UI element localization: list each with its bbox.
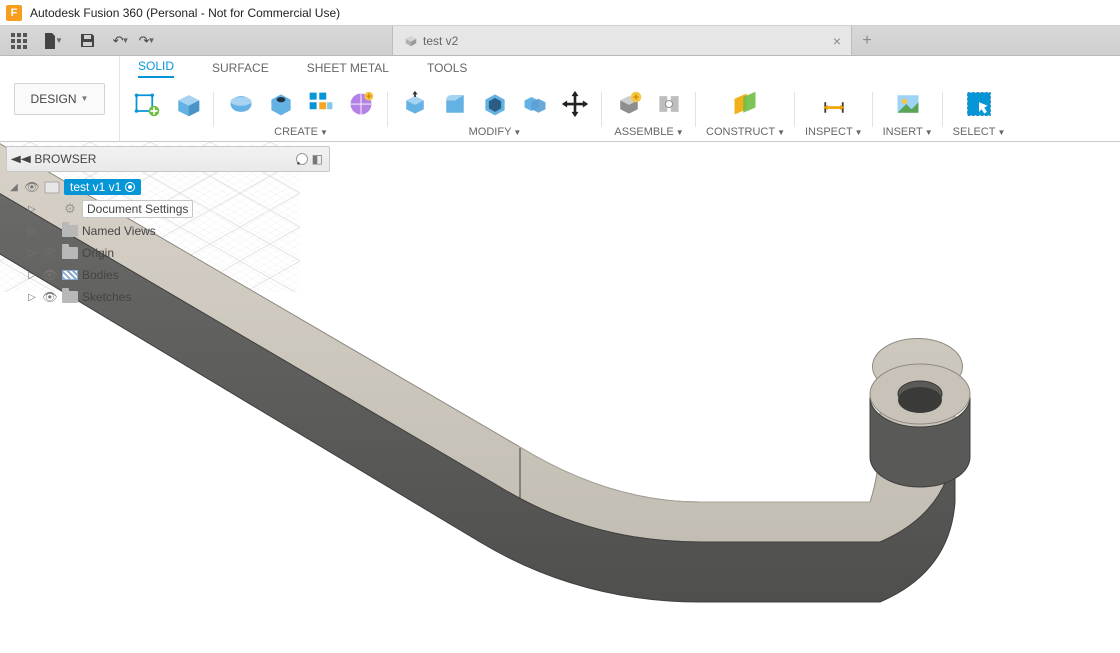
- browser-title: BROWSER: [34, 152, 96, 166]
- group-label-create: CREATE▼: [274, 126, 328, 138]
- group-label-assemble: ASSEMBLE▼: [614, 126, 683, 138]
- tree-item-label: Origin: [82, 246, 114, 260]
- tab-solid[interactable]: SOLID: [138, 59, 174, 78]
- browser-tree: ◢ 👁 test v1 v1 ▷ ⚙ Document Settings ▷ N…: [6, 176, 330, 308]
- document-tab[interactable]: test v2 ×: [392, 26, 852, 55]
- cube-icon: [405, 35, 417, 47]
- tree-item-origin[interactable]: ▷ 👁 Origin: [6, 242, 330, 264]
- twisty-icon[interactable]: ▷: [26, 270, 38, 281]
- select-button[interactable]: [962, 87, 996, 121]
- redo-button[interactable]: ↷▼: [136, 30, 158, 52]
- tab-surface[interactable]: SURFACE: [212, 61, 269, 78]
- tree-item-named-views[interactable]: ▷ Named Views: [6, 220, 330, 242]
- group-label-inspect: INSPECT▼: [805, 126, 863, 138]
- pin-icon[interactable]: ◧: [312, 152, 323, 166]
- construct-plane-button[interactable]: [728, 87, 762, 121]
- tree-item-document-settings[interactable]: ▷ ⚙ Document Settings: [6, 198, 330, 220]
- browser-header[interactable]: ◀◀ BROWSER ◧: [6, 146, 330, 172]
- extrude-button[interactable]: [170, 87, 204, 121]
- tree-item-label: Sketches: [82, 290, 131, 304]
- visibility-icon[interactable]: 👁: [42, 290, 58, 304]
- measure-button[interactable]: [817, 87, 851, 121]
- tree-item-sketches[interactable]: ▷ 👁 Sketches: [6, 286, 330, 308]
- visibility-icon[interactable]: 👁: [24, 180, 40, 194]
- visibility-icon[interactable]: 👁: [42, 268, 58, 282]
- twisty-icon[interactable]: ◢: [8, 182, 20, 193]
- group-label-construct: CONSTRUCT▼: [706, 126, 785, 138]
- twisty-icon[interactable]: ▷: [26, 204, 38, 215]
- save-button[interactable]: [76, 30, 98, 52]
- app-icon: F: [6, 5, 22, 21]
- tree-item-bodies[interactable]: ▷ 👁 Bodies: [6, 264, 330, 286]
- ribbon-tabs: SOLID SURFACE SHEET METAL TOOLS: [120, 56, 1120, 78]
- new-component-button[interactable]: [612, 87, 646, 121]
- combine-button[interactable]: [518, 87, 552, 121]
- twisty-icon[interactable]: ▷: [26, 226, 38, 237]
- quick-access-toolbar: ▼ ↶▼ ↷▼ test v2 × +: [0, 26, 1120, 56]
- tree-item-label: Document Settings: [87, 202, 188, 216]
- folder-icon: [62, 224, 78, 238]
- hole-button[interactable]: [264, 87, 298, 121]
- window-title: Autodesk Fusion 360 (Personal - Not for …: [30, 6, 340, 20]
- bodies-icon: [62, 268, 78, 282]
- document-tab-label: test v2: [423, 34, 458, 48]
- fillet-button[interactable]: [438, 87, 472, 121]
- visibility-icon[interactable]: 👁: [42, 246, 58, 260]
- tree-root[interactable]: ◢ 👁 test v1 v1: [6, 176, 330, 198]
- active-indicator-icon: [125, 182, 135, 192]
- data-panel-button[interactable]: [8, 30, 30, 52]
- tree-item-label: Named Views: [82, 224, 156, 238]
- folder-icon: [62, 246, 78, 260]
- panel-options-icon[interactable]: [296, 153, 308, 165]
- caret-down-icon: ▼: [81, 94, 89, 103]
- group-label-select: SELECT▼: [953, 126, 1006, 138]
- twisty-icon[interactable]: ▷: [26, 292, 38, 303]
- press-pull-button[interactable]: [398, 87, 432, 121]
- collapse-icon[interactable]: ◀◀: [11, 154, 31, 165]
- browser-panel: ◀◀ BROWSER ◧ ◢ 👁 test v1 v1 ▷ ⚙ Document…: [6, 146, 330, 308]
- tab-tools[interactable]: TOOLS: [427, 61, 467, 78]
- ribbon: DESIGN ▼ SOLID SURFACE SHEET METAL TOOLS: [0, 56, 1120, 142]
- create-sketch-button[interactable]: [130, 87, 164, 121]
- group-label-insert: INSERT▼: [883, 126, 933, 138]
- ribbon-toolbar: . CREATE▼: [120, 78, 1120, 141]
- document-tab-strip: test v2 × +: [162, 26, 1112, 55]
- gear-icon: ⚙: [62, 202, 78, 216]
- tab-sheet-metal[interactable]: SHEET METAL: [307, 61, 389, 78]
- new-document-button[interactable]: +: [852, 26, 882, 55]
- folder-icon: [62, 290, 78, 304]
- component-icon: [44, 180, 60, 194]
- move-button[interactable]: [558, 87, 592, 121]
- tree-root-label: test v1 v1: [64, 179, 141, 195]
- close-icon[interactable]: ×: [833, 33, 841, 49]
- window-titlebar: F Autodesk Fusion 360 (Personal - Not fo…: [0, 0, 1120, 26]
- shell-button[interactable]: [478, 87, 512, 121]
- workspace-switcher-button[interactable]: DESIGN ▼: [14, 83, 106, 115]
- file-menu-button[interactable]: ▼: [42, 30, 64, 52]
- create-form-button[interactable]: [344, 87, 378, 121]
- workspace-switcher-label: DESIGN: [31, 92, 77, 106]
- revolve-button[interactable]: [224, 87, 258, 121]
- pattern-button[interactable]: [304, 87, 338, 121]
- joint-button[interactable]: [652, 87, 686, 121]
- group-label-modify: MODIFY▼: [469, 126, 522, 138]
- tree-item-label: Bodies: [82, 268, 119, 282]
- insert-decal-button[interactable]: [891, 87, 925, 121]
- undo-button[interactable]: ↶▼: [110, 30, 132, 52]
- twisty-icon[interactable]: ▷: [26, 248, 38, 259]
